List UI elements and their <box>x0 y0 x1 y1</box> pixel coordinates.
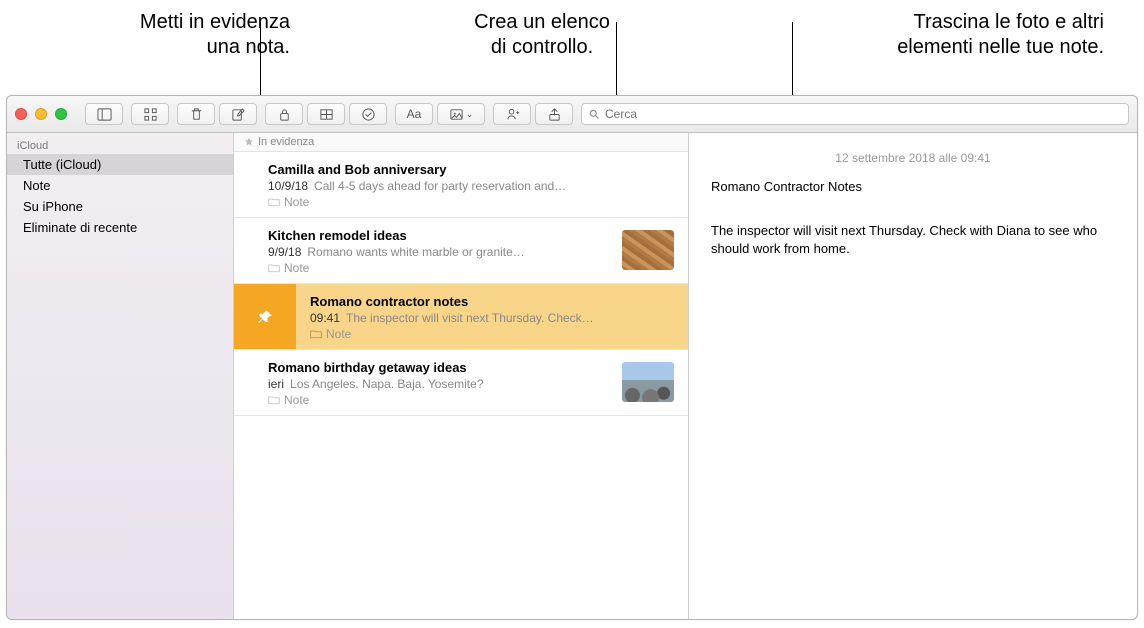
note-folder: Note <box>268 393 612 407</box>
section-header-pinned: In evidenza <box>234 133 688 152</box>
share-icon <box>547 107 562 122</box>
sidebar-item-all-icloud[interactable]: Tutte (iCloud) <box>7 154 233 175</box>
note-folder: Note <box>268 195 674 209</box>
folder-icon <box>268 395 280 405</box>
sidebar-item-recently-deleted[interactable]: Eliminate di recente <box>7 217 233 238</box>
media-button[interactable]: ⌄ <box>437 103 485 125</box>
share-button[interactable] <box>535 103 573 125</box>
note-preview: 10/9/18Call 4-5 days ahead for party res… <box>268 179 674 193</box>
note-row-selected[interactable]: Romano contractor notes 09:41The inspect… <box>234 284 688 350</box>
folder-icon <box>268 197 280 207</box>
trash-icon <box>189 107 204 122</box>
note-folder: Note <box>310 327 674 341</box>
sidebar-group-label: iCloud <box>7 136 233 154</box>
folder-icon <box>268 263 280 273</box>
note-preview: 9/9/18Romano wants white marble or grani… <box>268 245 612 259</box>
delete-note-button[interactable] <box>177 103 215 125</box>
search-input[interactable] <box>605 107 1122 121</box>
checklist-icon <box>361 107 376 122</box>
note-thumbnail <box>622 362 674 402</box>
callout-checklist: Crea un elencodi controllo. <box>412 10 672 95</box>
list-view-button[interactable] <box>131 103 169 125</box>
sidebar-item-notes[interactable]: Note <box>7 175 233 196</box>
table-button[interactable] <box>307 103 345 125</box>
note-preview: 09:41The inspector will visit next Thurs… <box>310 311 674 325</box>
pin-badge <box>234 284 296 349</box>
sidebar-icon <box>97 107 112 122</box>
grid-icon <box>143 107 158 122</box>
note-title: Romano birthday getaway ideas <box>268 360 612 375</box>
photo-icon <box>449 107 464 122</box>
note-thumbnail <box>622 230 674 270</box>
add-people-button[interactable] <box>493 103 531 125</box>
note-detail[interactable]: 12 settembre 2018 alle 09:41 Romano Cont… <box>689 133 1137 619</box>
compose-icon <box>231 107 246 122</box>
window-controls <box>15 108 67 120</box>
note-row[interactable]: Camilla and Bob anniversary 10/9/18Call … <box>234 152 688 218</box>
note-row[interactable]: Romano birthday getaway ideas ieriLos An… <box>234 350 688 416</box>
pushpin-icon <box>256 308 274 326</box>
annotation-callouts: Metti in evidenzauna nota. Crea un elenc… <box>0 0 1144 95</box>
notes-window: Aa ⌄ iCloud Tutte (iCloud) Note Su iPhon… <box>6 95 1138 620</box>
notes-list[interactable]: In evidenza Camilla and Bob anniversary … <box>234 133 689 619</box>
callout-pin-note: Metti in evidenzauna nota. <box>30 10 290 95</box>
toolbar: Aa ⌄ <box>7 96 1137 133</box>
note-timestamp: 12 settembre 2018 alle 09:41 <box>711 151 1115 165</box>
lock-note-button[interactable] <box>265 103 303 125</box>
folder-icon <box>310 329 322 339</box>
note-body[interactable]: The inspector will visit next Thursday. … <box>711 222 1115 257</box>
note-title: Camilla and Bob anniversary <box>268 162 674 177</box>
person-add-icon <box>505 107 520 122</box>
search-field[interactable] <box>581 103 1129 125</box>
chevron-down-icon: ⌄ <box>466 109 474 120</box>
note-folder: Note <box>268 261 612 275</box>
callout-drag-photos: Trascina le foto e altrielementi nelle t… <box>794 10 1114 95</box>
close-window-button[interactable] <box>15 108 27 120</box>
note-title: Kitchen remodel ideas <box>268 228 612 243</box>
zoom-window-button[interactable] <box>55 108 67 120</box>
toggle-sidebar-button[interactable] <box>85 103 123 125</box>
note-row[interactable]: Kitchen remodel ideas 9/9/18Romano wants… <box>234 218 688 284</box>
sidebar-item-on-iphone[interactable]: Su iPhone <box>7 196 233 217</box>
pin-icon <box>244 137 254 147</box>
note-detail-title[interactable]: Romano Contractor Notes <box>711 179 1115 194</box>
checklist-button[interactable] <box>349 103 387 125</box>
format-icon: Aa <box>407 107 422 121</box>
sidebar: iCloud Tutte (iCloud) Note Su iPhone Eli… <box>7 133 234 619</box>
table-icon <box>319 107 334 122</box>
format-button[interactable]: Aa <box>395 103 433 125</box>
minimize-window-button[interactable] <box>35 108 47 120</box>
lock-icon <box>277 107 292 122</box>
search-icon <box>588 108 600 120</box>
note-preview: ieriLos Angeles. Napa. Baja. Yosemite? <box>268 377 612 391</box>
note-title: Romano contractor notes <box>310 294 674 309</box>
new-note-button[interactable] <box>219 103 257 125</box>
